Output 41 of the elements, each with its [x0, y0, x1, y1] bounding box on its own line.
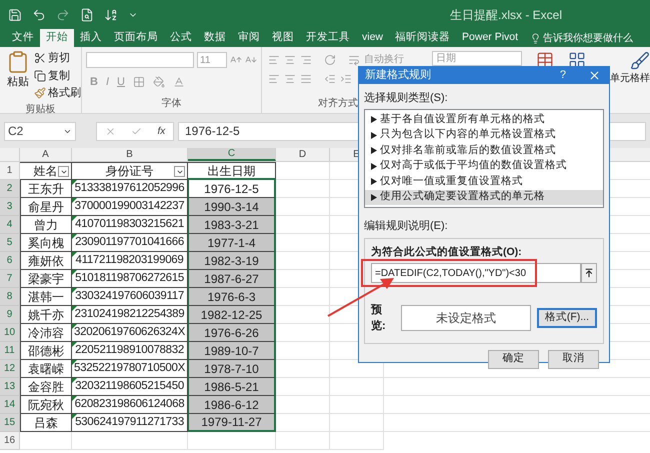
table-cell: 阮宛秋 — [20, 396, 72, 414]
preview-label: 预览: — [371, 302, 387, 334]
description-label: 编辑规则说明(E): — [364, 219, 449, 234]
table-cell: 冷沛容 — [20, 324, 72, 342]
header-text: 姓名 — [34, 163, 58, 180]
table-cell: 1978-7-10 — [188, 360, 276, 378]
group-label: 字体 — [160, 96, 182, 111]
table-cell: 奚向槐 — [20, 234, 72, 252]
table-cell: 1976-6-3 — [188, 288, 276, 306]
dialog-title: 新建格式规则 — [365, 68, 432, 83]
table-cell: 1979-11-27 — [188, 414, 276, 432]
table-cell: 1989-10-7 — [188, 342, 276, 360]
table-cell: 姚千亦 — [20, 306, 72, 324]
header-text: 身份证号 — [106, 163, 154, 180]
table-cell: 1990-3-14 — [188, 198, 276, 216]
table-cell: 雍妍依 — [20, 252, 72, 270]
table-cell: 梁豪宇 — [20, 270, 72, 288]
group-label: 对齐方式 — [318, 96, 358, 111]
table-cell: 1976-12-5 — [188, 180, 276, 198]
window-title: 生日提醒.xlsx - Excel — [450, 6, 562, 24]
table-cell: 袁曙嵘 — [20, 360, 72, 378]
table-cell: 吕森 — [20, 414, 72, 432]
table-cell: 邵德彬 — [20, 342, 72, 360]
table-cell: 1977-1-4 — [188, 234, 276, 252]
table-cell: 1986-6-12 — [188, 396, 276, 414]
table-cell: 1982-12-25 — [188, 306, 276, 324]
table-cell: 王东升 — [20, 180, 72, 198]
rule-type-label: 选择规则类型(S): — [364, 90, 449, 106]
table-cell: 俞星丹 — [20, 198, 72, 216]
table-cell: 1986-5-21 — [188, 378, 276, 396]
table-cell: 金容胜 — [20, 378, 72, 396]
header-text: 出生日期 — [208, 162, 256, 180]
formula-label: 为符合此公式的值设置格式(O): — [371, 244, 523, 260]
group-label: 剪贴板 — [24, 102, 56, 116]
table-cell: 1982-3-19 — [188, 252, 276, 270]
table-cell: 1976-6-26 — [188, 324, 276, 342]
table-cell: 湛韩一 — [20, 288, 72, 306]
preview-box: 未设定格式 — [400, 305, 531, 331]
table-cell: 1987-6-27 — [188, 270, 276, 288]
table-cell: 1983-3-21 — [188, 216, 276, 234]
table-cell: 曾力 — [20, 216, 72, 234]
